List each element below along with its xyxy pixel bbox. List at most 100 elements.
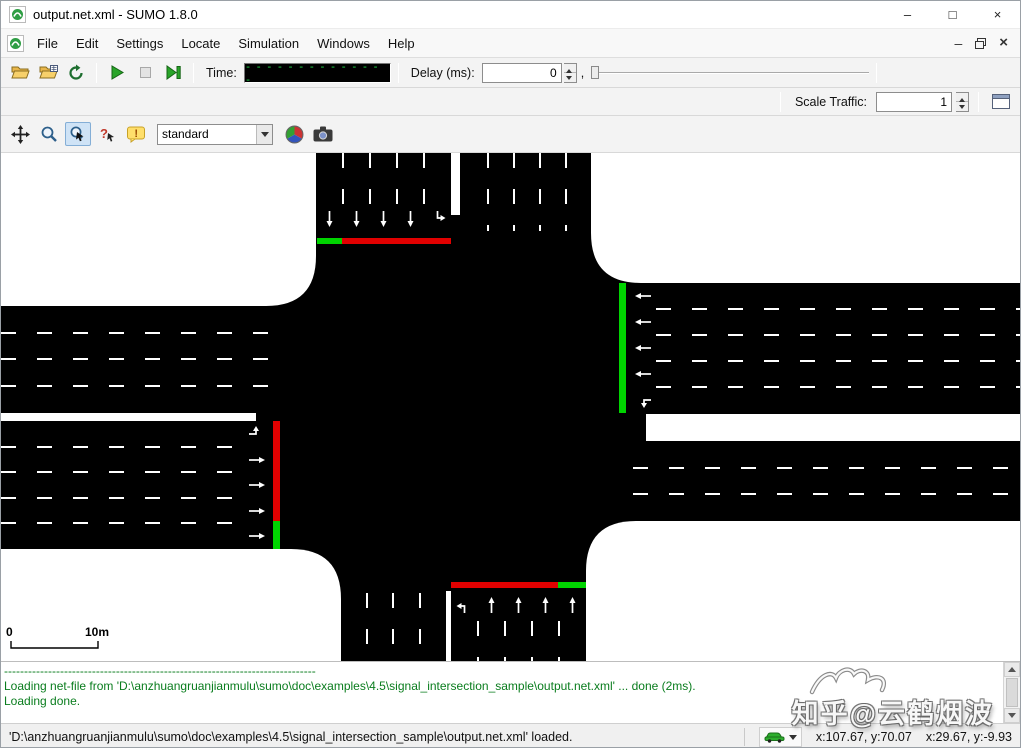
delay-label: Delay (ms): <box>410 65 475 80</box>
menu-windows[interactable]: Windows <box>308 31 379 56</box>
delay-slider[interactable] <box>591 63 870 83</box>
scrollbar-thumb[interactable] <box>1006 678 1018 707</box>
mdi-close-button[interactable]: × <box>999 35 1008 50</box>
status-bar: 'D:\anzhuangruanjianmulu\sumo\doc\exampl… <box>1 723 1020 747</box>
spin-up-button[interactable] <box>956 93 968 102</box>
cursor-net-position: x:29.67, y:-9.93 <box>925 729 1012 744</box>
signal-west-green <box>273 521 280 549</box>
mdi-restore-button[interactable] <box>974 37 987 50</box>
time-label: Time: <box>206 65 237 80</box>
open-simulation-button[interactable] <box>7 61 33 85</box>
log-line: Loading net-file from 'D:\anzhuangruanji… <box>4 679 696 693</box>
status-right-panel: x:107.67, y:70.07 x:29.67, y:-9.93 <box>743 726 1012 747</box>
scale-toolbar: Scale Traffic: <box>1 88 1020 116</box>
separator <box>978 91 979 112</box>
view-toolbar: ? ! standard <box>1 116 1020 153</box>
color-scheme-combobox[interactable]: standard <box>157 123 273 145</box>
reload-button[interactable] <box>63 61 89 85</box>
svg-text:!: ! <box>134 128 138 140</box>
scale-traffic-label: Scale Traffic: <box>794 94 867 109</box>
open-network-icon <box>38 65 58 79</box>
open-folder-icon <box>10 66 30 79</box>
scroll-down-button[interactable] <box>1004 708 1020 723</box>
slider-thumb[interactable] <box>591 65 600 79</box>
time-display: -------------- <box>243 62 391 83</box>
network-file-icon <box>7 34 24 52</box>
menu-locate[interactable]: Locate <box>172 31 229 56</box>
step-button[interactable] <box>160 61 186 85</box>
sumo-window: output.net.xml - SUMO 1.8.0 – □ × File E… <box>0 0 1021 748</box>
ruler-start-label: 0 <box>6 625 13 639</box>
menu-bar: File Edit Settings Locate Simulation Win… <box>1 29 1020 58</box>
reload-icon <box>69 64 83 80</box>
new-view-icon <box>992 94 1010 109</box>
color-wheel-icon <box>285 125 303 143</box>
signal-south-green <box>558 582 586 588</box>
magnifier-icon <box>41 126 57 142</box>
mdi-minimize-button[interactable]: – <box>954 35 962 51</box>
menu-help[interactable]: Help <box>379 31 424 56</box>
snapshot-button[interactable] <box>310 122 336 146</box>
zoom-button[interactable] <box>36 122 62 146</box>
window-title: output.net.xml - SUMO 1.8.0 <box>33 7 198 22</box>
color-scheme-value: standard <box>162 127 209 141</box>
separator <box>96 62 97 83</box>
inspect-tool-button[interactable] <box>65 122 91 146</box>
status-message: 'D:\anzhuangruanjianmulu\sumo\doc\exampl… <box>9 729 573 744</box>
window-controls: – □ × <box>885 1 1020 28</box>
play-icon <box>111 65 124 80</box>
tooltip-tool-button[interactable]: ? <box>94 122 120 146</box>
delay-input[interactable] <box>481 62 562 83</box>
scale-traffic-input[interactable] <box>876 91 952 112</box>
combobox-dropdown-button[interactable] <box>256 124 272 144</box>
separator <box>779 91 781 112</box>
messages-button[interactable]: ! <box>123 122 149 146</box>
log-scrollbar[interactable] <box>1003 662 1020 723</box>
open-new-view-button[interactable] <box>988 90 1014 114</box>
log-line: Loading done. <box>4 694 81 708</box>
spin-down-button[interactable] <box>564 73 576 82</box>
menu-simulation[interactable]: Simulation <box>229 31 308 56</box>
separator <box>397 62 399 83</box>
recenter-view-button[interactable] <box>7 122 33 146</box>
camera-icon <box>313 126 333 142</box>
menu-file[interactable]: File <box>28 31 67 56</box>
canvas-area: 0 10m <box>1 153 1020 661</box>
play-button[interactable] <box>104 61 130 85</box>
svg-text:?: ? <box>100 126 108 141</box>
vehicle-indicator-button[interactable] <box>758 726 802 747</box>
stop-button[interactable] <box>132 61 158 85</box>
scroll-up-button[interactable] <box>1004 662 1020 677</box>
separator <box>743 727 745 746</box>
delay-spinner <box>563 62 577 83</box>
signal-east-green <box>619 283 626 413</box>
separator <box>876 62 878 83</box>
edit-coloring-button[interactable] <box>281 122 307 146</box>
warning-bubble-icon: ! <box>126 126 145 143</box>
slider-groove[interactable] <box>591 71 870 74</box>
signal-south-red <box>451 582 558 588</box>
mdi-window-controls: – × <box>954 35 1014 51</box>
question-cursor-icon: ? <box>100 126 114 142</box>
signal-west-red <box>273 421 280 521</box>
minimize-button[interactable]: – <box>885 1 930 28</box>
spin-down-button[interactable] <box>956 102 968 111</box>
step-icon <box>166 65 181 80</box>
spin-up-button[interactable] <box>563 64 576 73</box>
magnifier-cursor-icon <box>70 126 84 142</box>
menu-edit[interactable]: Edit <box>67 31 107 56</box>
network-view[interactable]: 0 10m <box>1 153 1020 661</box>
separator <box>193 62 194 83</box>
open-network-button[interactable] <box>35 61 61 85</box>
app-icon <box>9 6 26 23</box>
close-button[interactable]: × <box>975 1 1020 28</box>
car-icon <box>764 732 785 743</box>
maximize-button[interactable]: □ <box>930 1 975 28</box>
chevron-down-icon <box>788 734 797 744</box>
simulation-toolbar: Time: -------------- Delay (ms): , <box>1 58 1020 88</box>
signal-north-red <box>342 238 451 244</box>
stop-icon <box>139 67 151 78</box>
menu-settings[interactable]: Settings <box>107 31 172 56</box>
recenter-icon <box>10 124 30 144</box>
message-log: ----------------------------------------… <box>1 661 1020 723</box>
